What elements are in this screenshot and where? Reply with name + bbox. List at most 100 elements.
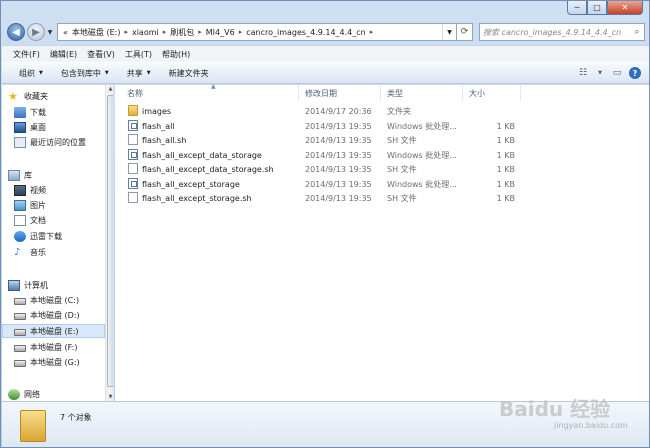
sidebar-item-label: 本地磁盘 (E:) [30, 326, 79, 336]
preview-pane-icon[interactable]: ▭ [605, 65, 629, 81]
batch-file-icon [128, 178, 138, 189]
file-type: 文件夹 [387, 107, 411, 116]
sidebar-item-drive-d[interactable]: 本地磁盘 (D:) [14, 308, 113, 322]
include-in-library-button[interactable]: 包含到库中 ▼ [52, 68, 118, 79]
search-icon[interactable]: ⌕ [630, 27, 644, 37]
file-size: 1 KB [496, 122, 515, 131]
breadcrumb-overflow[interactable]: « [61, 28, 70, 37]
menu-view[interactable]: 查看(V) [82, 49, 120, 60]
column-header-date[interactable]: 修改日期 [299, 85, 381, 101]
sidebar-item-label: 网络 [24, 389, 40, 399]
file-type: SH 文件 [387, 136, 417, 145]
scrollbar-thumb[interactable] [107, 95, 113, 387]
sidebar-item-drive-f[interactable]: 本地磁盘 (F:) [14, 340, 113, 354]
sh-file-icon [128, 163, 138, 174]
table-row[interactable]: flash_all_except_storage 2014/9/13 19:35… [115, 178, 535, 193]
sidebar-item-drive-c[interactable]: 本地磁盘 (C:) [14, 293, 113, 307]
recent-pages-dropdown[interactable]: ▼ [45, 29, 55, 36]
column-name-label: 名称 [127, 88, 143, 98]
refresh-icon[interactable]: ⟳ [457, 23, 473, 41]
sidebar-item-thunder[interactable]: 迅雷下载 [14, 229, 113, 243]
sidebar-item-videos[interactable]: 视频 [14, 183, 113, 197]
picture-library-icon [14, 199, 26, 211]
table-row[interactable]: flash_all_except_data_storage 2014/9/13 … [115, 149, 535, 164]
include-label: 包含到库中 [60, 68, 101, 78]
desktop-icon [14, 121, 26, 133]
organize-button[interactable]: 组织 ▼ [10, 68, 52, 79]
sidebar-item-recent[interactable]: 最近访问的位置 [14, 135, 113, 149]
breadcrumb-flash-pack[interactable]: 刷机包 [168, 27, 196, 38]
table-row[interactable]: flash_all.sh 2014/9/13 19:35 SH 文件 1 KB [115, 134, 535, 149]
sidebar-item-pictures[interactable]: 图片 [14, 198, 113, 212]
file-type: SH 文件 [387, 194, 417, 203]
sidebar-item-downloads[interactable]: 下载 [14, 105, 113, 119]
minimize-button[interactable]: ─ [567, 1, 587, 15]
help-icon[interactable]: ? [629, 67, 641, 79]
file-date: 2014/9/13 19:35 [305, 151, 372, 160]
breadcrumb-separator[interactable]: ▸ [368, 28, 376, 36]
scroll-down-icon[interactable]: ▼ [106, 394, 113, 400]
sidebar-favorites[interactable]: ★ 收藏夹 [8, 89, 111, 103]
table-row[interactable]: flash_all 2014/9/13 19:35 Windows 批处理...… [115, 120, 535, 135]
sidebar-item-drive-e[interactable]: 本地磁盘 (E:) [2, 324, 105, 338]
video-library-icon [14, 184, 26, 196]
menu-file[interactable]: 文件(F) [8, 49, 45, 60]
menu-help[interactable]: 帮助(H) [157, 49, 195, 60]
table-row[interactable]: flash_all_except_data_storage.sh 2014/9/… [115, 163, 535, 178]
table-row[interactable]: images 2014/9/17 20:36 文件夹 [115, 105, 535, 120]
breadcrumb-mi4[interactable]: MI4_V6 [204, 28, 237, 37]
share-button[interactable]: 共享 ▼ [118, 68, 160, 79]
menu-tools[interactable]: 工具(T) [120, 49, 157, 60]
command-bar: 组织 ▼ 包含到库中 ▼ 共享 ▼ 新建文件夹 ☷ ▼ ▭ ? [2, 62, 649, 84]
address-bar[interactable]: « 本地磁盘 (E:) ▸ xiaomi ▸ 刷机包 ▸ MI4_V6 ▸ ca… [57, 23, 457, 41]
file-date: 2014/9/17 20:36 [305, 107, 372, 116]
file-name: flash_all [142, 122, 175, 131]
sidebar-item-label: 收藏夹 [24, 91, 48, 101]
back-button[interactable]: ◀ [7, 23, 25, 41]
forward-button[interactable]: ▶ [27, 23, 45, 41]
file-name: flash_all_except_storage.sh [142, 194, 252, 203]
file-date: 2014/9/13 19:35 [305, 122, 372, 131]
library-icon [8, 169, 20, 181]
sidebar-computer[interactable]: 计算机 [8, 278, 111, 292]
drive-icon [14, 345, 26, 352]
share-label: 共享 [126, 68, 143, 78]
close-button[interactable]: ✕ [607, 1, 643, 15]
column-header-size[interactable]: 大小 [463, 85, 521, 101]
sidebar-item-drive-g[interactable]: 本地磁盘 (G:) [14, 355, 113, 369]
scroll-up-icon[interactable]: ▲ [106, 86, 113, 92]
breadcrumb-separator[interactable]: ▸ [237, 28, 245, 36]
sidebar-scrollbar[interactable]: ▲ ▼ [105, 85, 113, 401]
view-controls: ☷ ▼ ▭ ? [571, 65, 649, 81]
table-row[interactable]: flash_all_except_storage.sh 2014/9/13 19… [115, 192, 535, 207]
new-folder-button[interactable]: 新建文件夹 [160, 68, 218, 79]
sidebar-item-label: 文档 [30, 215, 46, 225]
breadcrumb-xiaomi[interactable]: xiaomi [130, 28, 161, 37]
search-input[interactable]: 搜索 cancro_images_4.9.14_4.4_cn ⌕ [479, 23, 645, 41]
chevron-down-icon: ▼ [104, 70, 109, 76]
change-view-icon[interactable]: ☷ [571, 65, 595, 81]
breadcrumb-current-folder[interactable]: cancro_images_4.9.14_4.4_cn [244, 28, 368, 37]
sidebar-item-label: 下载 [30, 107, 46, 117]
menu-bar: 文件(F) 编辑(E) 查看(V) 工具(T) 帮助(H) [2, 45, 649, 62]
sidebar-item-music[interactable]: ♪ 音乐 [14, 245, 113, 259]
chevron-down-icon: ▼ [39, 70, 43, 76]
view-options-dropdown[interactable]: ▼ [595, 65, 605, 81]
breadcrumb-separator[interactable]: ▸ [122, 28, 130, 36]
maximize-button[interactable]: □ [587, 1, 607, 15]
sidebar-network[interactable]: 网络 [8, 387, 111, 401]
column-header-type[interactable]: 类型 [381, 85, 463, 101]
caption-buttons: ─ □ ✕ [567, 1, 643, 15]
breadcrumb-separator[interactable]: ▸ [161, 28, 169, 36]
sidebar-item-desktop[interactable]: 桌面 [14, 120, 113, 134]
navigation-pane: ★ 收藏夹 下载 桌面 最近访问的位置 库 视频 图片 文档 迅雷下载 ♪ 音乐… [2, 85, 114, 401]
sh-file-icon [128, 192, 138, 203]
breadcrumb-drive-e[interactable]: 本地磁盘 (E:) [70, 27, 123, 38]
breadcrumb-separator[interactable]: ▸ [196, 28, 204, 36]
address-history-dropdown[interactable]: ▼ [442, 24, 456, 40]
sidebar-libraries[interactable]: 库 [8, 168, 111, 182]
menu-edit[interactable]: 编辑(E) [45, 49, 82, 60]
drive-icon [14, 313, 26, 320]
sidebar-item-documents[interactable]: 文档 [14, 213, 113, 227]
column-header-name[interactable]: 名称 ▲ [115, 83, 299, 101]
